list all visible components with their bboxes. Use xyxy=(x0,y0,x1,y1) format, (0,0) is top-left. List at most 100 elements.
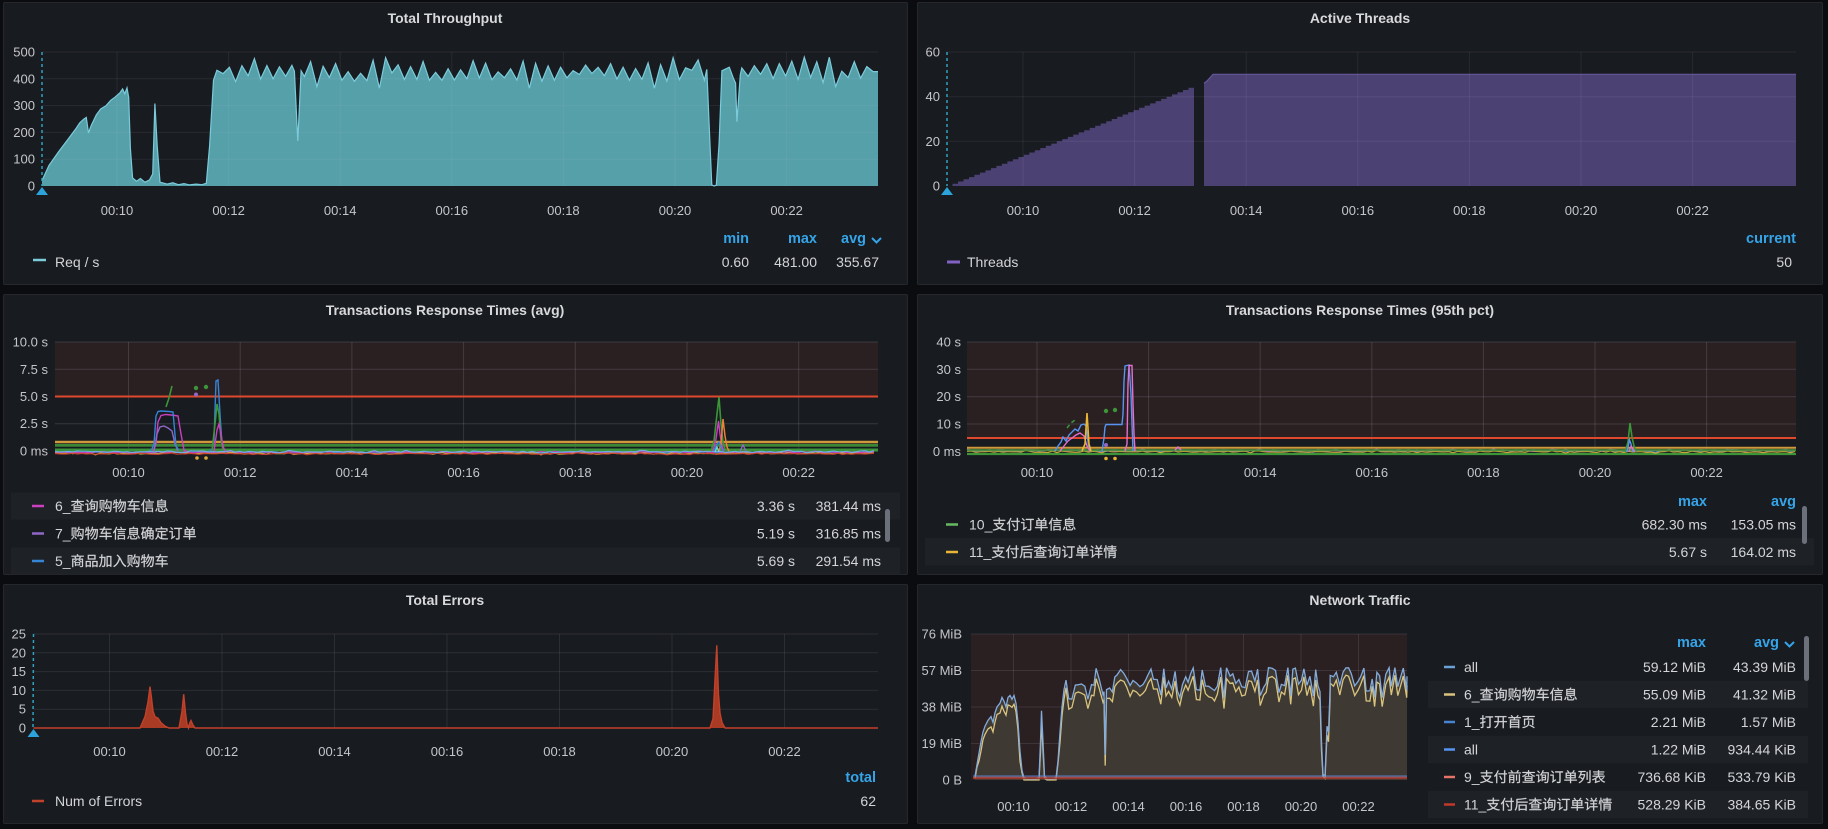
svg-text:41.32 MiB: 41.32 MiB xyxy=(1733,687,1796,703)
svg-text:6_: 6_ xyxy=(1464,687,1480,703)
svg-text:50: 50 xyxy=(1776,254,1792,270)
svg-text:all: all xyxy=(1464,659,1478,675)
svg-text:Network Traffic: Network Traffic xyxy=(1309,592,1410,608)
svg-text:0: 0 xyxy=(28,179,35,194)
svg-text:0 ms: 0 ms xyxy=(933,444,962,459)
svg-text:5: 5 xyxy=(19,702,26,717)
svg-text:00:22: 00:22 xyxy=(782,465,815,480)
svg-text:7.5 s: 7.5 s xyxy=(20,362,49,377)
svg-text:00:18: 00:18 xyxy=(547,203,580,218)
svg-text:00:16: 00:16 xyxy=(1170,799,1203,814)
svg-text:20: 20 xyxy=(926,134,940,149)
svg-text:00:22: 00:22 xyxy=(1690,465,1723,480)
svg-text:20 s: 20 s xyxy=(936,389,961,404)
svg-text:400: 400 xyxy=(13,71,35,86)
svg-text:38 MiB: 38 MiB xyxy=(922,700,962,715)
svg-text:20: 20 xyxy=(12,645,26,660)
svg-text:00:14: 00:14 xyxy=(1112,799,1145,814)
svg-text:43.39 MiB: 43.39 MiB xyxy=(1733,659,1796,675)
svg-text:00:10: 00:10 xyxy=(101,203,134,218)
svg-text:avg: avg xyxy=(841,231,866,247)
svg-text:40: 40 xyxy=(926,89,940,104)
svg-text:9_: 9_ xyxy=(1464,769,1480,785)
svg-text:00:16: 00:16 xyxy=(447,465,480,480)
svg-text:00:16: 00:16 xyxy=(431,744,464,759)
svg-text:00:18: 00:18 xyxy=(543,744,576,759)
svg-text:00:12: 00:12 xyxy=(1132,465,1165,480)
svg-text:0: 0 xyxy=(933,179,940,194)
svg-text:7_: 7_ xyxy=(55,526,71,542)
svg-text:Req / s: Req / s xyxy=(55,254,99,270)
svg-text:11_: 11_ xyxy=(1464,797,1487,813)
svg-text:3.36 s: 3.36 s xyxy=(757,498,795,514)
svg-text:Total Errors: Total Errors xyxy=(406,592,485,608)
svg-text:2.21 MiB: 2.21 MiB xyxy=(1651,714,1706,730)
svg-text:2.5 s: 2.5 s xyxy=(20,416,49,431)
svg-text:Total Throughput: Total Throughput xyxy=(388,10,503,26)
svg-text:00:14: 00:14 xyxy=(324,203,357,218)
svg-text:153.05 ms: 153.05 ms xyxy=(1731,517,1796,533)
svg-text:60: 60 xyxy=(926,45,940,60)
svg-text:1.22 MiB: 1.22 MiB xyxy=(1651,742,1706,758)
svg-text:59.12 MiB: 59.12 MiB xyxy=(1643,659,1706,675)
svg-text:316.85 ms: 316.85 ms xyxy=(816,526,881,542)
svg-text:300: 300 xyxy=(13,98,35,113)
svg-text:00:18: 00:18 xyxy=(1453,203,1486,218)
svg-text:6_: 6_ xyxy=(55,498,71,514)
svg-text:528.29 KiB: 528.29 KiB xyxy=(1638,797,1707,813)
svg-text:00:22: 00:22 xyxy=(1676,203,1709,218)
svg-text:avg: avg xyxy=(1771,494,1796,510)
svg-text:00:16: 00:16 xyxy=(1356,465,1389,480)
svg-text:355.67: 355.67 xyxy=(836,254,879,270)
svg-text:11_: 11_ xyxy=(969,544,992,560)
svg-text:5.69 s: 5.69 s xyxy=(757,553,795,569)
svg-text:avg: avg xyxy=(1754,635,1779,651)
svg-text:10.0 s: 10.0 s xyxy=(13,335,49,350)
svg-text:total: total xyxy=(845,770,876,786)
svg-text:200: 200 xyxy=(13,125,35,140)
svg-text:00:20: 00:20 xyxy=(656,744,689,759)
svg-text:current: current xyxy=(1746,231,1796,247)
svg-text:533.79 KiB: 533.79 KiB xyxy=(1728,769,1797,785)
svg-text:0: 0 xyxy=(19,721,26,736)
svg-text:30 s: 30 s xyxy=(936,362,961,377)
svg-text:62: 62 xyxy=(860,793,876,809)
svg-text:00:16: 00:16 xyxy=(436,203,469,218)
svg-text:5_: 5_ xyxy=(55,553,71,569)
svg-text:00:20: 00:20 xyxy=(671,465,704,480)
svg-text:00:12: 00:12 xyxy=(212,203,245,218)
svg-text:5.19 s: 5.19 s xyxy=(757,526,795,542)
svg-text:57 MiB: 57 MiB xyxy=(922,663,962,678)
svg-text:381.44 ms: 381.44 ms xyxy=(816,498,881,514)
svg-text:00:10: 00:10 xyxy=(997,799,1030,814)
svg-text:10_: 10_ xyxy=(969,517,993,533)
svg-text:384.65 KiB: 384.65 KiB xyxy=(1728,797,1797,813)
svg-text:00:20: 00:20 xyxy=(1285,799,1318,814)
svg-text:0.60: 0.60 xyxy=(722,254,749,270)
svg-text:19 MiB: 19 MiB xyxy=(922,736,962,751)
svg-text:736.68 KiB: 736.68 KiB xyxy=(1638,769,1707,785)
svg-text:min: min xyxy=(723,231,749,247)
svg-text:00:14: 00:14 xyxy=(318,744,351,759)
svg-text:500: 500 xyxy=(13,45,35,60)
svg-text:00:12: 00:12 xyxy=(224,465,257,480)
svg-text:5.0 s: 5.0 s xyxy=(20,389,49,404)
svg-text:Transactions Response Times (9: Transactions Response Times (95th pct) xyxy=(1226,302,1494,318)
svg-text:00:12: 00:12 xyxy=(1118,203,1151,218)
svg-text:0 ms: 0 ms xyxy=(20,444,49,459)
svg-text:00:14: 00:14 xyxy=(336,465,369,480)
svg-text:00:22: 00:22 xyxy=(770,203,803,218)
svg-text:682.30 ms: 682.30 ms xyxy=(1642,517,1707,533)
svg-text:00:10: 00:10 xyxy=(112,465,145,480)
svg-text:00:10: 00:10 xyxy=(93,744,126,759)
svg-text:1_: 1_ xyxy=(1464,714,1480,730)
svg-text:00:18: 00:18 xyxy=(1227,799,1260,814)
svg-text:00:10: 00:10 xyxy=(1007,203,1040,218)
svg-text:max: max xyxy=(788,231,817,247)
svg-text:00:14: 00:14 xyxy=(1230,203,1263,218)
svg-text:1.57 MiB: 1.57 MiB xyxy=(1741,714,1796,730)
svg-text:55.09 MiB: 55.09 MiB xyxy=(1643,687,1706,703)
svg-text:00:18: 00:18 xyxy=(559,465,592,480)
svg-text:00:22: 00:22 xyxy=(1342,799,1375,814)
svg-text:00:10: 00:10 xyxy=(1021,465,1054,480)
